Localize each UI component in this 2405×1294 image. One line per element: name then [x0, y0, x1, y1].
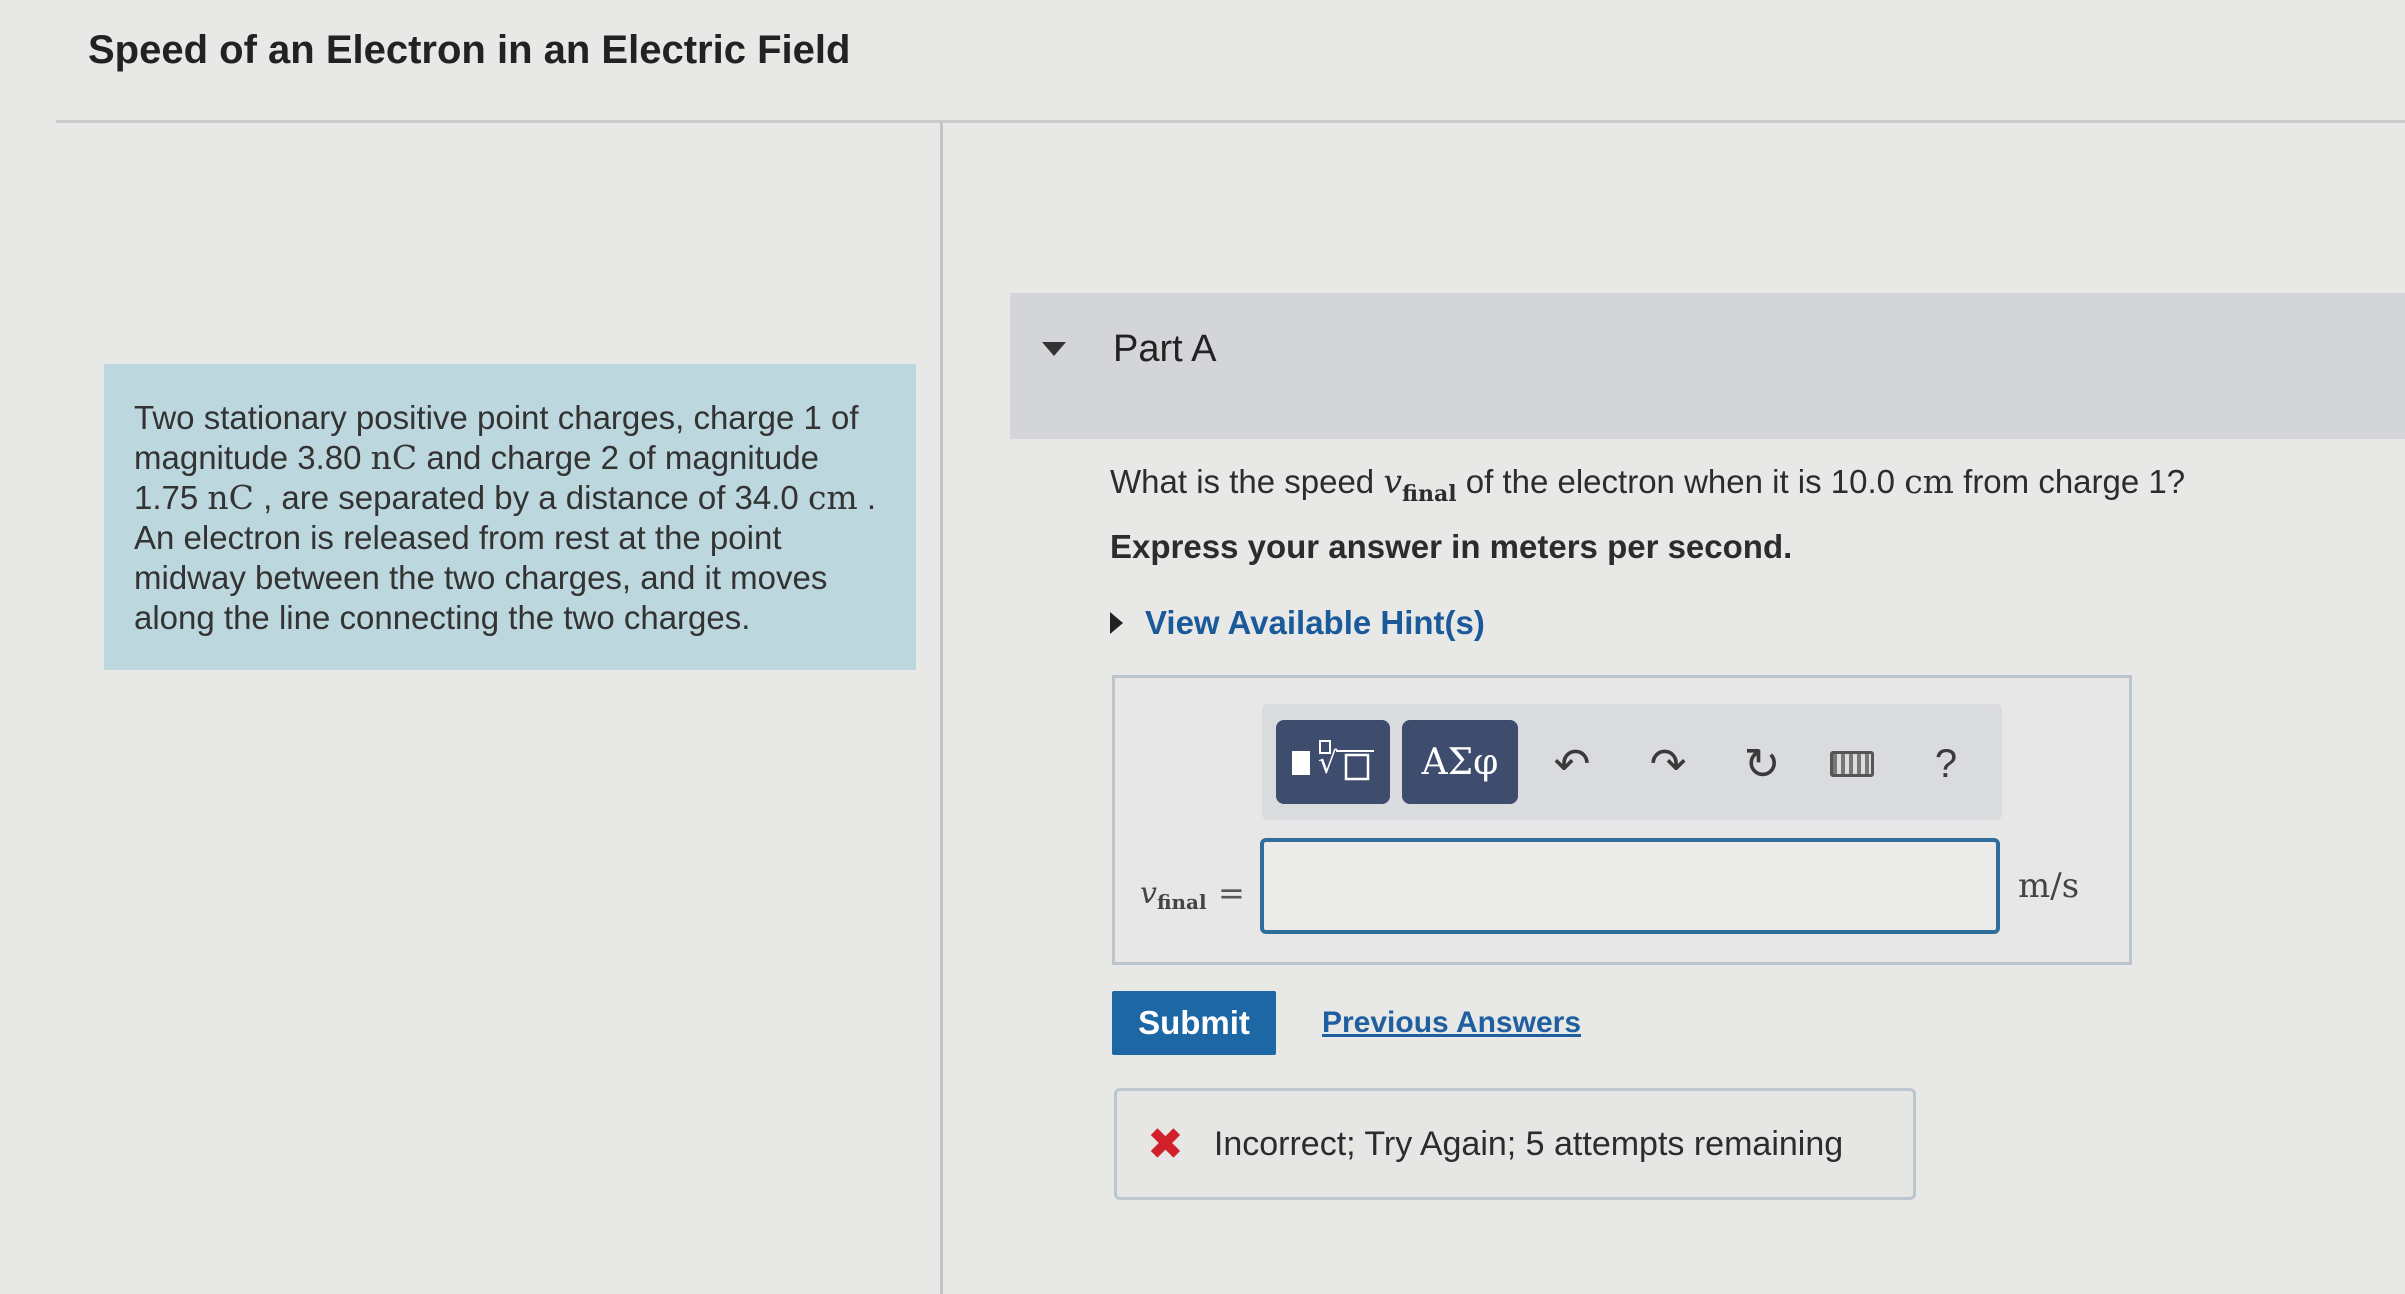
question-pre: What is the speed — [1110, 463, 1384, 500]
answer-variable-label: vfinal — [1140, 876, 1207, 914]
question-post: from charge 1? — [1953, 463, 2186, 500]
problem-text-3: , are separated by a distance of 34.0 — [253, 479, 808, 516]
problem-unit-2: nC — [207, 478, 254, 517]
keyboard-icon[interactable] — [1822, 734, 1882, 794]
templates-icon: √ — [1292, 740, 1374, 781]
problem-unit-3: cm — [807, 478, 858, 517]
answer-var: v — [1140, 876, 1157, 911]
answer-var-sub: final — [1156, 890, 1207, 914]
question-unit: cm — [1904, 462, 1954, 501]
view-hints-label[interactable]: View Available Hint(s) — [1145, 604, 1485, 642]
keyboard-shape — [1830, 751, 1874, 777]
templates-button[interactable]: √ — [1276, 720, 1390, 804]
collapse-caret-icon[interactable] — [1042, 342, 1066, 356]
column-divider — [940, 121, 943, 1294]
undo-icon[interactable]: ↶ — [1542, 734, 1602, 794]
question-var-sub: final — [1401, 481, 1457, 507]
previous-answers-link[interactable]: Previous Answers — [1322, 1006, 1581, 1040]
problem-unit-1: nC — [370, 438, 418, 477]
answer-input[interactable] — [1260, 838, 2000, 934]
problem-statement: Two stationary positive point charges, c… — [104, 364, 916, 670]
question-text: What is the speed vfinal of the electron… — [1110, 462, 2185, 507]
submit-button[interactable]: Submit — [1112, 991, 1276, 1055]
question-mid: of the electron when it is 10.0 — [1456, 463, 1905, 500]
feedback-message: ✖ Incorrect; Try Again; 5 attempts remai… — [1114, 1088, 1916, 1200]
answer-instruction: Express your answer in meters per second… — [1110, 528, 1793, 565]
help-button[interactable]: ? — [1916, 734, 1976, 794]
expand-triangle-icon — [1110, 612, 1123, 634]
reset-icon[interactable]: ↻ — [1732, 734, 1792, 794]
redo-icon[interactable]: ↷ — [1638, 734, 1698, 794]
part-title[interactable]: Part A — [1113, 328, 1217, 371]
symbols-button[interactable]: ΑΣφ — [1402, 720, 1518, 804]
page-title: Speed of an Electron in an Electric Fiel… — [88, 28, 851, 72]
error-x-icon: ✖ — [1147, 1118, 1184, 1170]
math-toolbar: √ ΑΣφ ↶ ↷ ↻ ? — [1262, 704, 2002, 820]
part-a-header[interactable] — [1010, 293, 2405, 439]
question-variable: vfinal — [1383, 462, 1456, 507]
view-hints-toggle[interactable]: View Available Hint(s) — [1110, 604, 1485, 642]
title-divider — [56, 120, 2405, 123]
unit-label: m/s — [2018, 866, 2080, 906]
equals-sign: = — [1218, 874, 1245, 912]
question-var: v — [1383, 462, 1402, 501]
feedback-text: Incorrect; Try Again; 5 attempts remaini… — [1213, 1124, 1844, 1163]
